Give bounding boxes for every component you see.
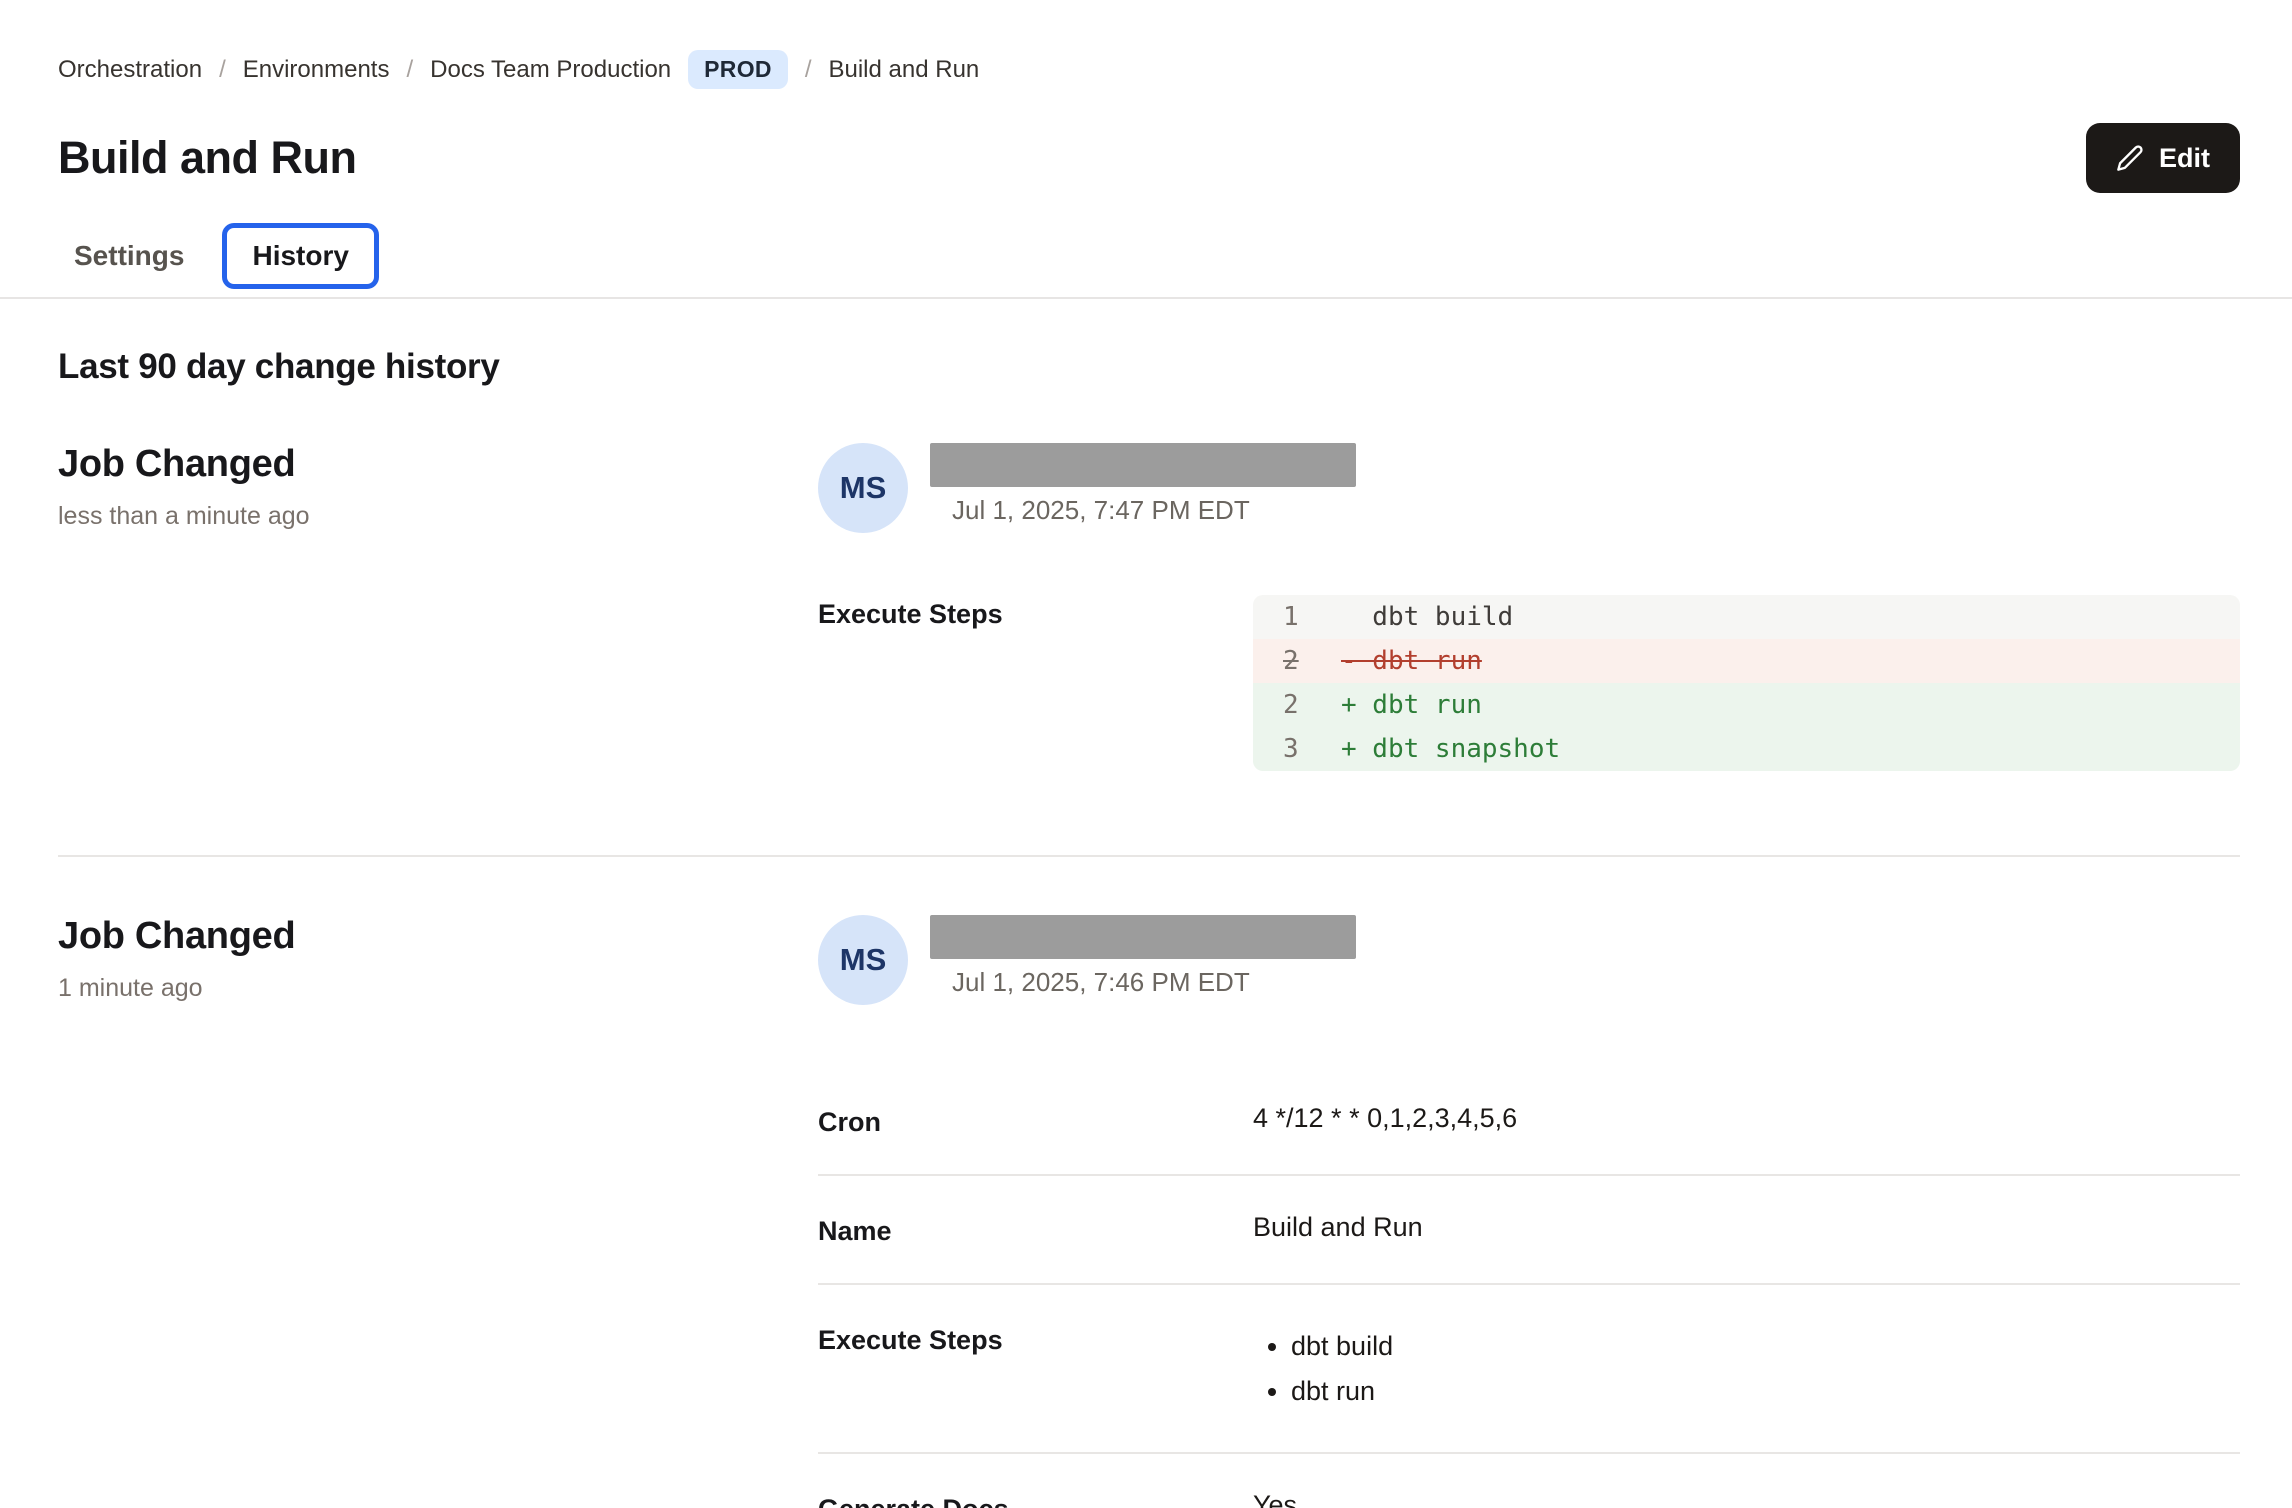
tab-history[interactable]: History xyxy=(222,223,378,289)
change-row: NameBuild and Run xyxy=(818,1176,2240,1285)
redacted-user-name xyxy=(930,443,1356,487)
diff-line-added: 3+ dbt snapshot xyxy=(1253,727,2240,771)
entry-user-info: Jul 1, 2025, 7:47 PM EDT xyxy=(930,443,1356,526)
diff-line-number: 2 xyxy=(1283,639,1341,683)
change-value: Yes xyxy=(1253,1490,2240,1508)
diff-line-removed: 2- dbt run xyxy=(1253,639,2240,683)
diff-line-context: 1 dbt build xyxy=(1253,595,2240,639)
entry-summary: Job Changed 1 minute ago xyxy=(58,915,818,1508)
change-row: Execute Steps1 dbt build2- dbt run2+ dbt… xyxy=(818,595,2240,771)
entry-timestamp: Jul 1, 2025, 7:47 PM EDT xyxy=(930,495,1356,526)
tab-settings[interactable]: Settings xyxy=(46,224,212,288)
history-entry: Job Changed less than a minute ago MS Ju… xyxy=(58,443,2240,771)
diff-line-text: + dbt snapshot xyxy=(1341,727,1560,771)
entry-summary: Job Changed less than a minute ago xyxy=(58,443,818,771)
entry-timestamp: Jul 1, 2025, 7:46 PM EDT xyxy=(930,967,1356,998)
entry-title: Job Changed xyxy=(58,443,818,486)
change-row: Generate DocsYes xyxy=(818,1454,2240,1508)
breadcrumb-separator: / xyxy=(406,56,413,84)
change-value-item: dbt build xyxy=(1291,1326,2240,1366)
change-label: Cron xyxy=(818,1103,1253,1138)
change-label: Name xyxy=(818,1212,1253,1247)
diff-line-text: - dbt run xyxy=(1341,639,1482,683)
change-value-item: dbt run xyxy=(1291,1371,2240,1411)
diff-line-number: 1 xyxy=(1283,595,1341,639)
page-title: Build and Run xyxy=(58,132,356,184)
change-label: Execute Steps xyxy=(818,595,1253,630)
change-value: Build and Run xyxy=(1253,1212,2240,1243)
entry-relative-time: less than a minute ago xyxy=(58,502,818,531)
entry-user-info: Jul 1, 2025, 7:46 PM EDT xyxy=(930,915,1356,998)
diff-line-added: 2+ dbt run xyxy=(1253,683,2240,727)
avatar: MS xyxy=(818,443,908,533)
breadcrumb-environments[interactable]: Environments xyxy=(243,56,390,84)
entry-details: MS Jul 1, 2025, 7:46 PM EDT Cron4 */12 *… xyxy=(818,915,2240,1508)
change-history-heading: Last 90 day change history xyxy=(58,347,2240,387)
execute-steps-diff: 1 dbt build2- dbt run2+ dbt run3+ dbt sn… xyxy=(1253,595,2240,771)
change-label: Generate Docs xyxy=(818,1490,1253,1508)
diff-line-number: 3 xyxy=(1283,727,1341,771)
entry-user-row: MS Jul 1, 2025, 7:46 PM EDT xyxy=(818,915,2240,1005)
entry-relative-time: 1 minute ago xyxy=(58,974,818,1003)
edit-button-label: Edit xyxy=(2159,143,2210,174)
redacted-user-name xyxy=(930,915,1356,959)
history-entry: Job Changed 1 minute ago MS Jul 1, 2025,… xyxy=(58,915,2240,1508)
breadcrumb-separator: / xyxy=(805,56,812,84)
change-value: dbt build dbt run xyxy=(1253,1321,2240,1416)
change-value: 4 */12 * * 0,1,2,3,4,5,6 xyxy=(1253,1103,2240,1134)
change-label: Execute Steps xyxy=(818,1321,1253,1356)
entry-divider xyxy=(58,855,2240,857)
diff-line-text: dbt build xyxy=(1341,595,1513,639)
page-header: Build and Run Edit xyxy=(58,123,2240,193)
entry-change-rows: Execute Steps1 dbt build2- dbt run2+ dbt… xyxy=(818,595,2240,771)
edit-button[interactable]: Edit xyxy=(2086,123,2240,193)
change-history-list: Job Changed less than a minute ago MS Ju… xyxy=(58,443,2240,1508)
entry-change-rows: Cron4 */12 * * 0,1,2,3,4,5,6NameBuild an… xyxy=(818,1067,2240,1508)
change-row: Execute Steps dbt build dbt run xyxy=(818,1285,2240,1454)
breadcrumb-separator: / xyxy=(219,56,226,84)
job-history-page: Orchestration / Environments / Docs Team… xyxy=(0,0,2292,1508)
prod-environment-badge: PROD xyxy=(688,50,788,89)
entry-title: Job Changed xyxy=(58,915,818,958)
breadcrumb-orchestration[interactable]: Orchestration xyxy=(58,56,202,84)
change-row: Cron4 */12 * * 0,1,2,3,4,5,6 xyxy=(818,1067,2240,1176)
pencil-icon xyxy=(2116,144,2144,172)
entry-user-row: MS Jul 1, 2025, 7:47 PM EDT xyxy=(818,443,2240,533)
breadcrumb-environment-name[interactable]: Docs Team Production xyxy=(430,56,671,84)
diff-line-text: + dbt run xyxy=(1341,683,1482,727)
avatar: MS xyxy=(818,915,908,1005)
change-value-list: dbt build dbt run xyxy=(1253,1326,2240,1411)
tab-bar: Settings History xyxy=(0,215,2292,299)
entry-details: MS Jul 1, 2025, 7:47 PM EDT Execute Step… xyxy=(818,443,2240,771)
breadcrumb: Orchestration / Environments / Docs Team… xyxy=(58,50,2240,89)
breadcrumb-current-job: Build and Run xyxy=(828,56,979,84)
diff-line-number: 2 xyxy=(1283,683,1341,727)
change-value: 1 dbt build2- dbt run2+ dbt run3+ dbt sn… xyxy=(1253,595,2240,771)
